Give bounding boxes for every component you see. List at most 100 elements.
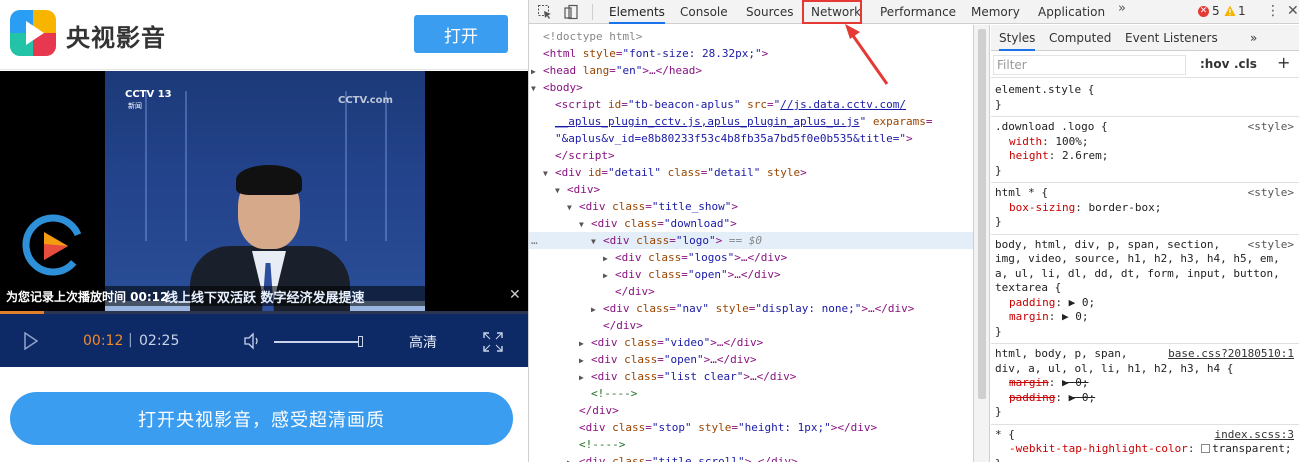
rule-source-link[interactable]: base.css?20180510:1	[1168, 347, 1294, 361]
rule-source-link[interactable]: <style>	[1248, 238, 1294, 252]
dom-node-line[interactable]: ▶ <div class="list clear">…</div>	[579, 368, 796, 385]
rule-source-link[interactable]: <style>	[1248, 186, 1294, 200]
node-actions-icon[interactable]: …	[531, 232, 538, 249]
tab-computed[interactable]: Computed	[1049, 25, 1111, 51]
expand-arrow-icon[interactable]: ▶	[579, 352, 591, 369]
more-tabs-icon[interactable]: »	[1118, 1, 1126, 16]
css-property[interactable]: width	[1009, 135, 1042, 148]
css-declaration[interactable]: width: 100%;	[995, 135, 1089, 149]
volume-slider[interactable]	[274, 341, 358, 343]
more-panels-icon[interactable]: »	[1250, 25, 1257, 51]
css-value[interactable]: transparent;	[1212, 442, 1291, 455]
collapse-arrow-icon[interactable]: ▼	[531, 80, 543, 97]
dom-node-line[interactable]: <!---->	[567, 436, 625, 453]
warning-count[interactable]: 1	[1238, 4, 1246, 18]
css-declaration[interactable]: margin: ▶ 0;	[995, 310, 1089, 324]
rule-source-link[interactable]: <style>	[1248, 120, 1294, 134]
css-declaration[interactable]: padding: ▶ 0;	[995, 296, 1095, 310]
inspect-element-icon[interactable]	[537, 4, 553, 20]
css-declaration[interactable]: -webkit-tap-highlight-color: transparent…	[995, 442, 1292, 456]
volume-handle[interactable]	[358, 336, 363, 347]
css-value[interactable]: ▶ 0;	[1062, 310, 1089, 323]
dom-node-line[interactable]: ▼ <div>	[555, 181, 600, 198]
css-value[interactable]: ▶ 0;	[1062, 376, 1089, 389]
css-property[interactable]: -webkit-tap-highlight-color	[1009, 442, 1188, 455]
play-icon[interactable]	[24, 332, 38, 350]
css-value[interactable]: border-box;	[1088, 201, 1161, 214]
collapse-arrow-icon[interactable]: ▼	[543, 165, 555, 182]
dom-node-line[interactable]: <div class="stop" style="height: 1px;"><…	[567, 419, 877, 436]
css-property[interactable]: padding	[1009, 391, 1055, 404]
css-property[interactable]: box-sizing	[1009, 201, 1075, 214]
collapse-arrow-icon[interactable]: ▼	[567, 199, 579, 216]
dom-node-line[interactable]: </div>	[603, 283, 655, 300]
new-rule-icon[interactable]: +	[1277, 53, 1290, 72]
error-icon[interactable]: ✕	[1198, 6, 1209, 17]
dom-node-line[interactable]: ▼ <div class="download">	[579, 215, 737, 232]
dom-node-line[interactable]: ▶ <div class="video">…</div>	[579, 334, 763, 351]
css-value[interactable]: 2.6rem;	[1062, 149, 1108, 162]
close-devtools-icon[interactable]: ✕	[1287, 3, 1299, 19]
expand-arrow-icon[interactable]: ▶	[567, 454, 579, 462]
dom-node-line[interactable]: ▼ <body>	[531, 79, 583, 96]
tab-application[interactable]: Application	[1038, 0, 1105, 24]
dom-node-line[interactable]: </script>	[543, 147, 615, 164]
dom-node-line[interactable]: ▶ <div class="nav" style="display: none;"…	[591, 300, 914, 317]
more-options-icon[interactable]: ⋮	[1266, 3, 1280, 19]
css-property[interactable]: margin	[1009, 376, 1049, 389]
tab-event-listeners[interactable]: Event Listeners	[1125, 25, 1218, 51]
open-app-button[interactable]: 打开	[414, 15, 508, 53]
tab-sources[interactable]: Sources	[746, 0, 793, 24]
dom-node-line[interactable]: ▶ <div class="open">…</div>	[603, 266, 781, 283]
dom-node-line[interactable]: ▶ <div class="logos">…</div>	[603, 249, 787, 266]
dom-node-line[interactable]: </div>	[567, 402, 619, 419]
expand-arrow-icon[interactable]: ▶	[531, 63, 543, 80]
device-toggle-icon[interactable]	[563, 4, 579, 20]
expand-arrow-icon[interactable]: ▶	[591, 301, 603, 318]
video-player[interactable]: CCTV 13 新闻 CCTV.com 线上线下双活跃 数字经济发展提速 为您记…	[0, 71, 528, 367]
warning-icon[interactable]	[1224, 5, 1236, 17]
css-declaration[interactable]: height: 2.6rem;	[995, 149, 1108, 163]
css-value[interactable]: ▶ 0;	[1069, 296, 1096, 309]
tab-elements[interactable]: Elements	[609, 0, 665, 24]
styles-filter-input[interactable]: Filter	[993, 55, 1186, 75]
dom-node-line[interactable]: ▼ <div id="detail" class="detail" style>	[543, 164, 807, 181]
dom-node-line[interactable]: __aplus_plugin_cctv.js,aplus_plugin_aplu…	[543, 113, 933, 130]
expand-arrow-icon[interactable]: ▶	[579, 335, 591, 352]
expand-arrow-icon[interactable]: ▶	[603, 250, 615, 267]
quality-selector[interactable]: 高清	[409, 332, 437, 352]
dom-node-line[interactable]: ▶<div class="title_scroll">…</div>	[567, 453, 798, 462]
dom-node-line[interactable]: <script id="tb-beacon-aplus" src="//js.d…	[543, 96, 906, 113]
selected-dom-node[interactable]: ▼ <div class="logo"> == $0…	[529, 232, 973, 249]
expand-arrow-icon[interactable]: ▶	[603, 267, 615, 284]
dom-node-line[interactable]: <!---->	[579, 385, 637, 402]
rule-source-link[interactable]: index.scss:3	[1215, 428, 1294, 442]
fullscreen-icon[interactable]	[483, 332, 503, 352]
open-app-cta-button[interactable]: 打开央视影音，感受超清画质	[10, 392, 513, 445]
dom-node-line[interactable]: ▼ <div class="title_show">	[567, 198, 738, 215]
dom-node-line[interactable]: <html style="font-size: 28.32px;">	[531, 45, 768, 62]
css-declaration[interactable]: padding: ▶ 0;	[995, 391, 1095, 405]
dom-node-line[interactable]: <!doctype html>	[531, 28, 642, 45]
error-count[interactable]: 5	[1212, 4, 1220, 18]
css-declaration[interactable]: margin: ▶ 0;	[995, 376, 1089, 390]
collapse-arrow-icon[interactable]: ▼	[591, 233, 603, 250]
expand-arrow-icon[interactable]: ▶	[579, 369, 591, 386]
dom-node-line[interactable]: ▶ <div class="open">…</div>	[579, 351, 757, 368]
hover-state-toggle[interactable]: :hov	[1200, 57, 1229, 71]
dom-node-line[interactable]: </div>	[591, 317, 643, 334]
tab-memory[interactable]: Memory	[971, 0, 1020, 24]
css-property[interactable]: height	[1009, 149, 1049, 162]
css-declaration[interactable]: box-sizing: border-box;	[995, 201, 1161, 215]
class-toggle[interactable]: .cls	[1234, 57, 1257, 71]
css-value[interactable]: 100%;	[1055, 135, 1088, 148]
css-property[interactable]: margin	[1009, 310, 1049, 323]
collapse-arrow-icon[interactable]: ▼	[579, 216, 591, 233]
tab-console[interactable]: Console	[680, 0, 728, 24]
elements-scrollbar[interactable]	[978, 29, 986, 399]
collapse-arrow-icon[interactable]: ▼	[555, 182, 567, 199]
dom-node-line[interactable]: "&aplus&v_id=e8b80233f53c4b8fb35a7bd5f0e…	[543, 130, 913, 147]
dom-node-line[interactable]: ▶ <head lang="en">…</head>	[531, 62, 702, 79]
css-property[interactable]: padding	[1009, 296, 1055, 309]
color-swatch-icon[interactable]	[1201, 444, 1211, 453]
